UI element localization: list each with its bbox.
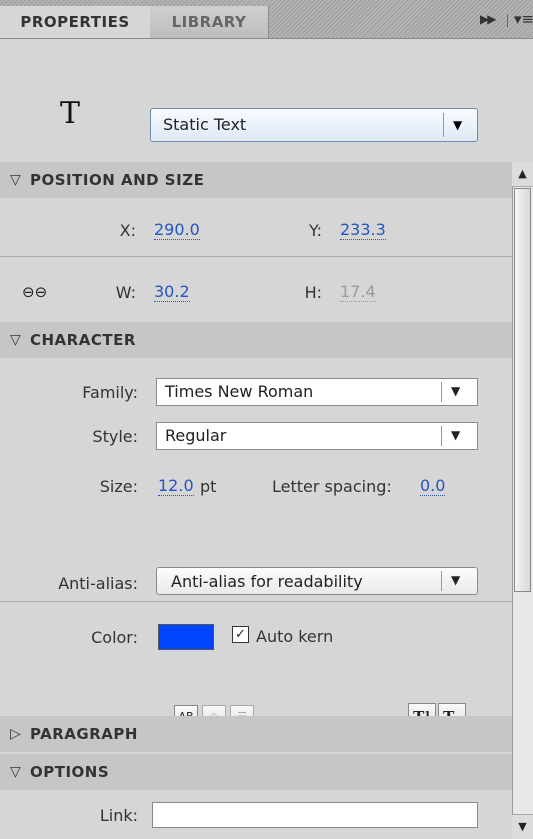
anti-alias-label: Anti-alias: (58, 574, 138, 593)
collapse-panel-icon[interactable]: ▶▶ (480, 12, 497, 26)
font-size-value[interactable]: 12.0 (158, 477, 194, 496)
anti-alias-select[interactable]: Anti-alias for readability ▼ (156, 567, 478, 595)
divider (0, 601, 512, 602)
scroll-up-icon[interactable]: ▲ (512, 162, 533, 187)
scrollbar-thumb[interactable] (514, 188, 531, 592)
scroll-down-icon[interactable]: ▼ (512, 814, 533, 839)
link-chain-icon[interactable]: ⊖⊖ (22, 283, 47, 301)
text-tool-icon: T (60, 96, 81, 131)
tab-properties[interactable]: PROPERTIES (0, 6, 151, 38)
divider (507, 14, 508, 27)
w-label: W: (115, 283, 136, 302)
letter-spacing-value[interactable]: 0.0 (420, 477, 446, 496)
section-header-paragraph[interactable]: ▷ PARAGRAPH (0, 716, 512, 752)
auto-kern-label: Auto kern (256, 627, 334, 646)
text-type-select[interactable]: Static Text ▼ (150, 108, 478, 142)
text-color-swatch[interactable] (158, 624, 214, 650)
triangle-down-icon: ▽ (10, 172, 21, 188)
section-header-character[interactable]: ▽ CHARACTER (0, 322, 512, 358)
section-header-position-size[interactable]: ▽ POSITION AND SIZE (0, 162, 512, 198)
panel-menu-icon[interactable]: ▾≡ (514, 10, 533, 28)
h-label: H: (304, 283, 322, 302)
font-family-select[interactable]: Times New Roman ▼ (156, 378, 478, 406)
family-label: Family: (82, 383, 138, 402)
x-label: X: (119, 221, 136, 240)
chevron-down-icon: ▼ (451, 573, 461, 587)
text-type-value: Static Text (163, 115, 247, 134)
y-label: Y: (308, 221, 322, 240)
divider (0, 256, 512, 257)
section-header-options[interactable]: ▽ OPTIONS (0, 754, 512, 790)
x-value[interactable]: 290.0 (154, 221, 200, 240)
color-label: Color: (91, 628, 138, 647)
panel-tab-bar: PROPERTIES LIBRARY (0, 0, 533, 39)
triangle-down-icon: ▽ (10, 764, 21, 780)
chevron-down-icon: ▼ (451, 428, 461, 442)
auto-kern-checkbox[interactable]: ✓ (232, 626, 249, 643)
tab-library[interactable]: LIBRARY (150, 6, 269, 38)
chevron-down-icon: ▼ (453, 118, 463, 132)
font-size-unit: pt (200, 477, 217, 496)
size-label: Size: (99, 477, 138, 496)
y-value[interactable]: 233.3 (340, 221, 386, 240)
link-input[interactable] (152, 802, 478, 828)
w-value[interactable]: 30.2 (154, 283, 190, 302)
font-style-select[interactable]: Regular ▼ (156, 422, 478, 450)
style-label: Style: (92, 427, 138, 446)
link-label: Link: (99, 806, 138, 825)
triangle-down-icon: ▽ (10, 332, 21, 348)
letter-spacing-label: Letter spacing: (272, 477, 392, 496)
triangle-right-icon: ▷ (10, 726, 21, 742)
h-value: 17.4 (340, 282, 376, 302)
chevron-down-icon: ▼ (451, 384, 461, 398)
